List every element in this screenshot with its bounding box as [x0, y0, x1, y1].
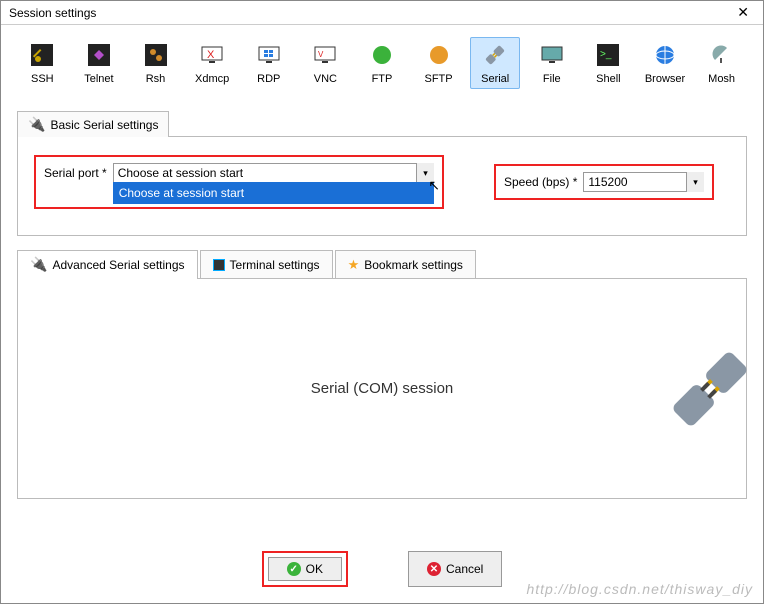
globe-blue-icon — [651, 41, 679, 69]
content-panel: Serial (COM) session — [17, 279, 747, 499]
serial-port-option[interactable]: Choose at session start — [113, 182, 434, 204]
globe-orange-icon — [425, 41, 453, 69]
tab-terminal-settings[interactable]: Terminal settings — [200, 250, 333, 278]
speed-highlight: Speed (bps) * 115200 ▾ — [494, 164, 714, 200]
star-icon: ★ — [348, 257, 360, 273]
svg-text:>_: >_ — [600, 49, 612, 60]
close-icon[interactable]: ✕ — [731, 4, 755, 21]
session-type-ftp[interactable]: FTP — [357, 37, 408, 89]
ok-highlight: ✓ OK — [262, 551, 348, 587]
session-type-mosh[interactable]: Mosh — [696, 37, 747, 89]
tab-label: Terminal settings — [230, 258, 320, 272]
serial-plug-icon: 🔌 — [28, 116, 45, 133]
session-type-vnc[interactable]: V VNC — [300, 37, 351, 89]
session-type-browser[interactable]: Browser — [640, 37, 691, 89]
session-type-sftp[interactable]: SFTP — [413, 37, 464, 89]
x-monitor-icon: X — [198, 41, 226, 69]
terminal-icon — [213, 259, 225, 271]
sub-tab-row: 🔌 Advanced Serial settings Terminal sett… — [17, 250, 747, 279]
tab-label: Advanced Serial settings — [52, 258, 184, 272]
windows-monitor-icon — [255, 41, 283, 69]
window-title: Session settings — [9, 6, 96, 20]
ok-button[interactable]: ✓ OK — [268, 557, 342, 581]
session-type-row: SSH Telnet Rsh X Xdmcp RDP V VNC FTP SFT… — [1, 25, 763, 93]
cursor-icon: ↖ — [428, 177, 440, 194]
serial-port-highlight: Serial port * Choose at session start ▾ … — [34, 155, 444, 209]
serial-port-combo[interactable]: Choose at session start ▾ Choose at sess… — [113, 163, 434, 183]
ok-label: OK — [306, 562, 323, 576]
cancel-label: Cancel — [446, 562, 483, 576]
speed-combo[interactable]: 115200 ▾ — [583, 172, 704, 192]
serial-plug-large-icon — [671, 350, 749, 428]
serial-port-label: Serial port * — [44, 166, 107, 180]
session-type-telnet[interactable]: Telnet — [74, 37, 125, 89]
check-icon: ✓ — [287, 562, 301, 576]
diamond-icon — [85, 41, 113, 69]
cancel-button[interactable]: ✕ Cancel — [408, 551, 502, 587]
session-type-file[interactable]: File — [526, 37, 577, 89]
globe-green-icon — [368, 41, 396, 69]
svg-text:V: V — [318, 50, 324, 59]
vnc-monitor-icon: V — [311, 41, 339, 69]
serial-plug-icon — [481, 41, 509, 69]
tab-label: Bookmark settings — [364, 258, 463, 272]
cancel-icon: ✕ — [427, 562, 441, 576]
tab-advanced-serial[interactable]: 🔌 Advanced Serial settings — [17, 250, 198, 278]
session-type-rsh[interactable]: Rsh — [130, 37, 181, 89]
tab-basic-label: Basic Serial settings — [50, 118, 158, 132]
chevron-down-icon[interactable]: ▾ — [686, 172, 704, 192]
session-type-xdmcp[interactable]: X Xdmcp — [187, 37, 238, 89]
session-type-serial[interactable]: Serial — [470, 37, 521, 89]
tab-basic-serial[interactable]: 🔌 Basic Serial settings — [17, 111, 169, 137]
content-heading: Serial (COM) session — [311, 380, 454, 397]
speed-label: Speed (bps) * — [504, 175, 577, 189]
key-icon — [28, 41, 56, 69]
session-type-ssh[interactable]: SSH — [17, 37, 68, 89]
gears-icon — [142, 41, 170, 69]
tab-bookmark-settings[interactable]: ★ Bookmark settings — [335, 250, 476, 278]
shell-terminal-icon: >_ — [594, 41, 622, 69]
svg-text:X: X — [207, 49, 215, 61]
serial-port-value[interactable]: Choose at session start — [113, 163, 434, 183]
file-monitor-icon — [538, 41, 566, 69]
session-type-rdp[interactable]: RDP — [243, 37, 294, 89]
session-type-shell[interactable]: >_ Shell — [583, 37, 634, 89]
serial-plug-icon: 🔌 — [30, 256, 47, 273]
satellite-dish-icon — [708, 41, 736, 69]
